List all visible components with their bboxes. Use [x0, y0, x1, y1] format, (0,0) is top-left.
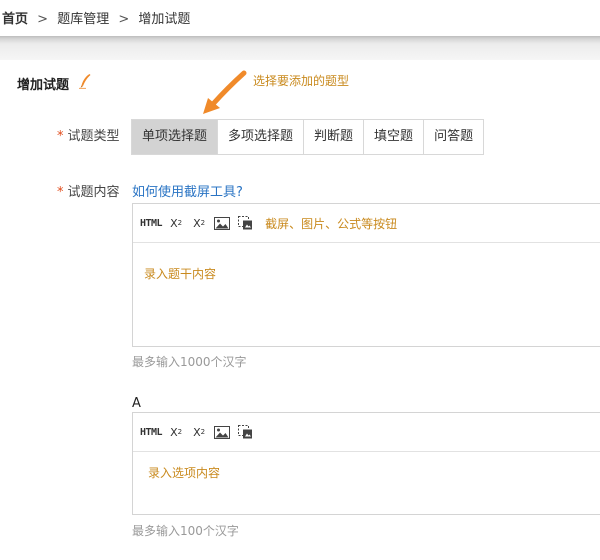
- hint-arrow-icon: [203, 70, 247, 114]
- breadcrumb-item-current: 增加试题: [138, 12, 191, 27]
- option-char-limit: 最多输入100个汉字: [132, 524, 239, 538]
- tab-multiple-choice[interactable]: 多项选择题: [217, 120, 304, 154]
- subscript-button-mark: 2: [177, 219, 183, 227]
- option-editor-toolbar: HTML X2 X2: [133, 413, 600, 452]
- insert-image-button[interactable]: [213, 422, 231, 442]
- question-content-label: * 试题内容: [57, 181, 120, 200]
- image-icon: [214, 216, 231, 230]
- breadcrumb-separator: >: [37, 12, 49, 27]
- screenshot-button[interactable]: [236, 213, 254, 233]
- tab-fill-blank[interactable]: 填空题: [363, 120, 424, 154]
- option-content-area[interactable]: 录入选项内容: [133, 452, 600, 481]
- subscript-button-letter: X: [170, 216, 178, 230]
- required-mark: *: [57, 185, 64, 200]
- tab-single-choice[interactable]: 单项选择题: [132, 120, 218, 154]
- question-type-hint: 选择要添加的题型: [253, 74, 350, 88]
- question-type-tabs: 单项选择题 多项选择题 判断题 填空题 问答题: [131, 119, 485, 155]
- insert-image-button[interactable]: [213, 213, 231, 233]
- breadcrumb-separator: >: [118, 12, 130, 27]
- subscript-button-mark: 2: [177, 428, 183, 436]
- subscript-button-letter: X: [170, 425, 178, 439]
- tab-essay[interactable]: 问答题: [423, 120, 484, 154]
- required-mark: *: [57, 129, 64, 144]
- tab-true-false[interactable]: 判断题: [303, 120, 364, 154]
- superscript-button[interactable]: X2: [190, 422, 208, 442]
- breadcrumb-item-question-bank[interactable]: 题库管理: [57, 12, 109, 27]
- html-source-button[interactable]: HTML: [140, 213, 163, 233]
- page-title: 增加试题: [17, 78, 70, 93]
- screenshot-button[interactable]: [236, 422, 254, 442]
- question-stem-editor[interactable]: HTML X2 X2 截屏、图片、公式等按钮 录入题干内容: [132, 203, 600, 347]
- html-source-button[interactable]: HTML: [140, 422, 163, 442]
- pen-icon: [79, 74, 91, 89]
- screenshot-help-link[interactable]: 如何使用截屏工具?: [132, 181, 243, 200]
- screenshot-icon: [237, 216, 252, 230]
- option-placeholder: 录入选项内容: [148, 466, 221, 480]
- question-type-label: * 试题类型: [57, 125, 120, 144]
- editor-content-area[interactable]: 录入题干内容: [133, 243, 600, 282]
- stem-placeholder: 录入题干内容: [144, 267, 217, 281]
- subscript-button[interactable]: X2: [167, 213, 185, 233]
- breadcrumb-home[interactable]: 首页: [2, 12, 28, 27]
- toolbar-hint: 截屏、图片、公式等按钮: [265, 216, 398, 231]
- screenshot-icon: [237, 425, 252, 439]
- header-shadow-band: [0, 36, 600, 60]
- superscript-button-mark: 2: [200, 219, 206, 227]
- breadcrumb: 首页 > 题库管理 > 增加试题: [2, 8, 190, 27]
- editor-toolbar: HTML X2 X2 截屏、图片、公式等按钮: [133, 204, 600, 243]
- superscript-button-letter: X: [193, 216, 201, 230]
- option-letter: A: [132, 396, 141, 411]
- subscript-button[interactable]: X2: [167, 422, 185, 442]
- superscript-button-letter: X: [193, 425, 201, 439]
- superscript-button-mark: 2: [200, 428, 206, 436]
- image-icon: [214, 425, 231, 439]
- question-type-label-text: 试题类型: [67, 129, 120, 144]
- superscript-button[interactable]: X2: [190, 213, 208, 233]
- stem-char-limit: 最多输入1000个汉字: [132, 355, 247, 369]
- question-content-label-text: 试题内容: [67, 185, 120, 200]
- option-a-editor[interactable]: HTML X2 X2 录入选项内容: [132, 412, 600, 515]
